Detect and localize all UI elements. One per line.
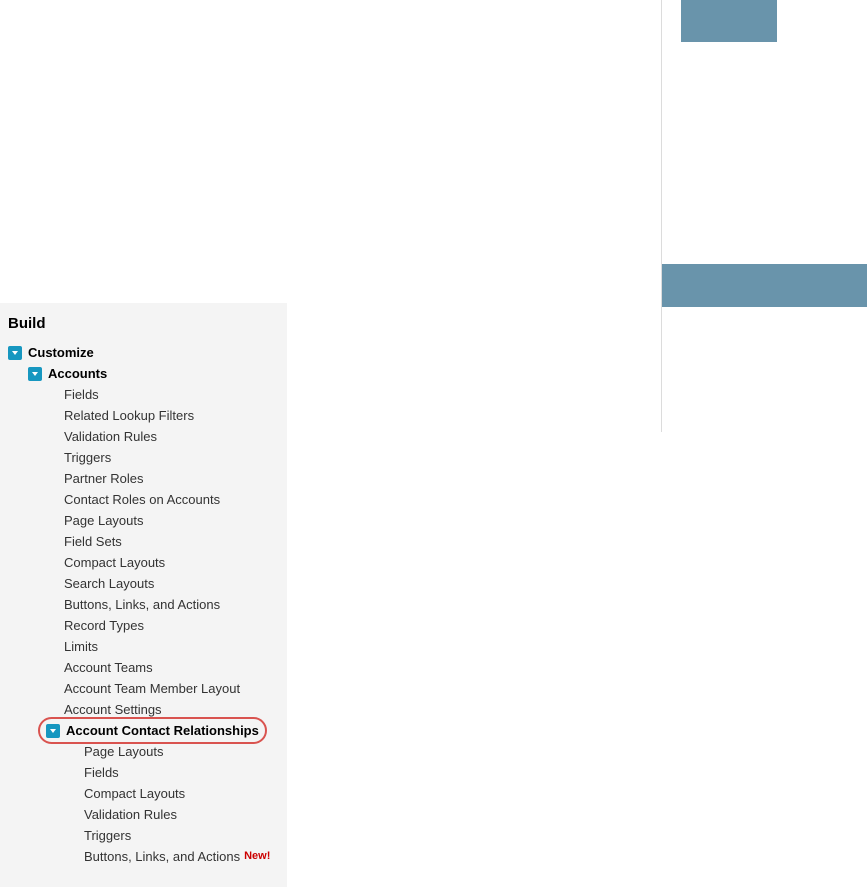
accounts-label: Accounts xyxy=(48,363,107,384)
accounts-child[interactable]: Partner Roles xyxy=(8,468,279,489)
account-contact-relationships-node[interactable]: Account Contact Relationships xyxy=(8,720,279,741)
expand-down-icon[interactable] xyxy=(46,724,60,738)
acr-child[interactable]: Triggers xyxy=(8,825,279,846)
accounts-child[interactable]: Compact Layouts xyxy=(8,552,279,573)
acr-child[interactable]: Page Layouts xyxy=(8,741,279,762)
accounts-child[interactable]: Fields xyxy=(8,384,279,405)
new-badge: New! xyxy=(244,846,270,867)
acr-label: Account Contact Relationships xyxy=(66,720,259,741)
expand-down-icon[interactable] xyxy=(28,367,42,381)
acr-child-new[interactable]: Buttons, Links, and Actions New! xyxy=(8,846,279,867)
accounts-node[interactable]: Accounts xyxy=(8,363,279,384)
customize-label: Customize xyxy=(28,342,94,363)
acr-child[interactable]: Validation Rules xyxy=(8,804,279,825)
customize-node[interactable]: Customize xyxy=(8,342,279,363)
accounts-child[interactable]: Triggers xyxy=(8,447,279,468)
accounts-child[interactable]: Search Layouts xyxy=(8,573,279,594)
build-section-header: Build xyxy=(8,315,279,332)
right-rail-widget-header xyxy=(662,264,867,307)
acr-child[interactable]: Fields xyxy=(8,762,279,783)
acr-child[interactable]: Compact Layouts xyxy=(8,783,279,804)
accounts-child[interactable]: Account Settings xyxy=(8,699,279,720)
right-rail-widget-top xyxy=(681,0,777,42)
accounts-child[interactable]: Validation Rules xyxy=(8,426,279,447)
accounts-child[interactable]: Record Types xyxy=(8,615,279,636)
accounts-child[interactable]: Account Team Member Layout xyxy=(8,678,279,699)
accounts-child[interactable]: Limits xyxy=(8,636,279,657)
expand-down-icon[interactable] xyxy=(8,346,22,360)
accounts-child[interactable]: Buttons, Links, and Actions xyxy=(8,594,279,615)
accounts-child[interactable]: Account Teams xyxy=(8,657,279,678)
accounts-child[interactable]: Page Layouts xyxy=(8,510,279,531)
accounts-child[interactable]: Related Lookup Filters xyxy=(8,405,279,426)
right-rail-divider xyxy=(661,0,662,432)
accounts-child[interactable]: Field Sets xyxy=(8,531,279,552)
accounts-child[interactable]: Contact Roles on Accounts xyxy=(8,489,279,510)
setup-sidebar: Build Customize Accounts Fields Related … xyxy=(0,303,287,887)
